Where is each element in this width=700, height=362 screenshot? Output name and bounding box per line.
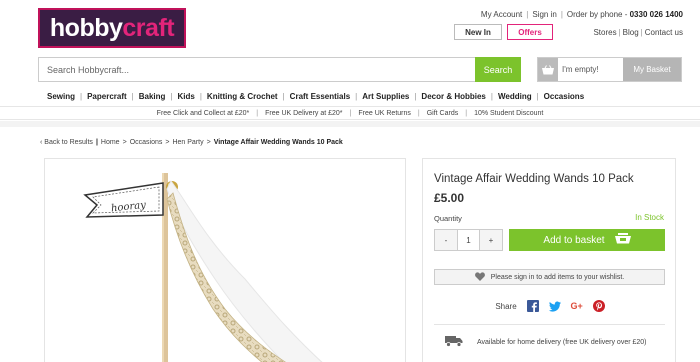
sign-in-link[interactable]: Sign in: [532, 10, 556, 19]
facebook-icon[interactable]: [526, 300, 539, 312]
product-details-panel: Vintage Affair Wedding Wands 10 Pack £5.…: [422, 158, 676, 362]
quantity-input[interactable]: 1: [457, 230, 480, 250]
store-links: Stores | Blog | Contact us: [593, 28, 683, 37]
nav-item-baking[interactable]: Baking: [139, 92, 166, 101]
quantity-stepper: - 1 +: [434, 229, 503, 251]
product-price: £5.00: [434, 191, 465, 205]
stock-status: In Stock: [635, 213, 664, 222]
top-links: My Account | Sign in | Order by phone - 0330…: [480, 10, 683, 19]
promo-student-discount[interactable]: 10% Student Discount: [474, 110, 543, 117]
google-plus-icon[interactable]: G+: [571, 300, 583, 312]
offers-button[interactable]: Offers: [507, 24, 553, 40]
nav-item-wedding[interactable]: Wedding: [498, 92, 532, 101]
breadcrumb-current: Vintage Affair Wedding Wands 10 Pack: [213, 139, 343, 146]
nav-item-occasions[interactable]: Occasions: [544, 92, 584, 101]
pinterest-icon[interactable]: [592, 300, 605, 312]
nav-item-kids[interactable]: Kids: [178, 92, 195, 101]
search-input[interactable]: Search Hobbycraft...: [38, 57, 475, 82]
phone-number: 0330 026 1400: [629, 10, 683, 19]
chevron-left-icon: ‹: [40, 139, 43, 146]
nav-item-sewing[interactable]: Sewing: [47, 92, 75, 101]
stores-link[interactable]: Stores: [593, 28, 616, 37]
my-account-link[interactable]: My Account: [481, 10, 522, 19]
back-to-results-link[interactable]: Back to Results: [44, 139, 93, 146]
quantity-increase-button[interactable]: +: [480, 230, 502, 250]
basket-status: I'm empty!: [562, 65, 599, 74]
delivery-truck-icon: [445, 335, 463, 349]
twitter-icon[interactable]: [548, 300, 561, 312]
promo-bar: Free Click and Collect at £20* | Free UK …: [0, 106, 700, 120]
product-image[interactable]: hooray: [44, 158, 406, 362]
logo-text-craft: craft: [122, 13, 175, 42]
share-bar: Share G+: [423, 300, 677, 312]
panel-divider: [434, 324, 665, 325]
nav-item-decor-hobbies[interactable]: Decor & Hobbies: [421, 92, 485, 101]
heart-icon: [474, 271, 485, 283]
wedding-wand-illustration: hooray: [83, 173, 323, 362]
order-by-phone-text: Order by phone -: [566, 10, 630, 19]
nav-item-papercraft[interactable]: Papercraft: [87, 92, 127, 101]
basket-icon: [614, 233, 631, 247]
wishlist-text: Please sign in to add items to your wish…: [490, 273, 625, 281]
hobbycraft-logo[interactable]: hobbycraft: [38, 8, 186, 48]
nav-item-knitting-crochet[interactable]: Knitting & Crochet: [207, 92, 278, 101]
main-navigation: Sewing | Papercraft | Baking | Kids | Knitti…: [47, 92, 585, 101]
breadcrumb-hen-party[interactable]: Hen Party: [172, 139, 203, 146]
blog-link[interactable]: Blog: [623, 28, 639, 37]
promo-gift-cards[interactable]: Gift Cards: [427, 110, 459, 117]
add-to-basket-label: Add to basket: [543, 234, 605, 246]
new-in-button[interactable]: New In: [454, 24, 502, 40]
nav-item-art-supplies[interactable]: Art Supplies: [362, 92, 409, 101]
delivery-text: Available for home delivery (free UK del…: [477, 338, 647, 346]
quantity-decrease-button[interactable]: -: [435, 230, 457, 250]
add-to-basket-button[interactable]: Add to basket: [509, 229, 665, 251]
promo-click-collect[interactable]: Free Click and Collect at £20*: [157, 110, 250, 117]
quantity-label: Quantity: [434, 214, 462, 223]
breadcrumb-home[interactable]: Home: [101, 139, 120, 146]
my-basket-button[interactable]: My Basket: [623, 58, 681, 81]
basket-widget[interactable]: I'm empty! My Basket: [537, 57, 682, 82]
nav-item-craft-essentials[interactable]: Craft Essentials: [290, 92, 350, 101]
section-divider: [0, 121, 700, 127]
share-label: Share: [495, 301, 517, 311]
product-title: Vintage Affair Wedding Wands 10 Pack: [434, 173, 634, 185]
basket-icon: [538, 58, 558, 81]
search-button[interactable]: Search: [475, 57, 521, 82]
breadcrumb: ‹ Back to Results | Home > Occasions > Hen Par…: [40, 139, 343, 146]
logo-text-hobby: hobby: [49, 13, 123, 42]
breadcrumb-occasions[interactable]: Occasions: [130, 139, 163, 146]
wishlist-button[interactable]: Please sign in to add items to your wish…: [434, 269, 665, 285]
promo-free-returns[interactable]: Free UK Returns: [358, 110, 411, 117]
delivery-info: Available for home delivery (free UK del…: [445, 335, 647, 349]
contact-us-link[interactable]: Contact us: [645, 28, 683, 37]
promo-free-delivery[interactable]: Free UK Delivery at £20*: [265, 110, 342, 117]
